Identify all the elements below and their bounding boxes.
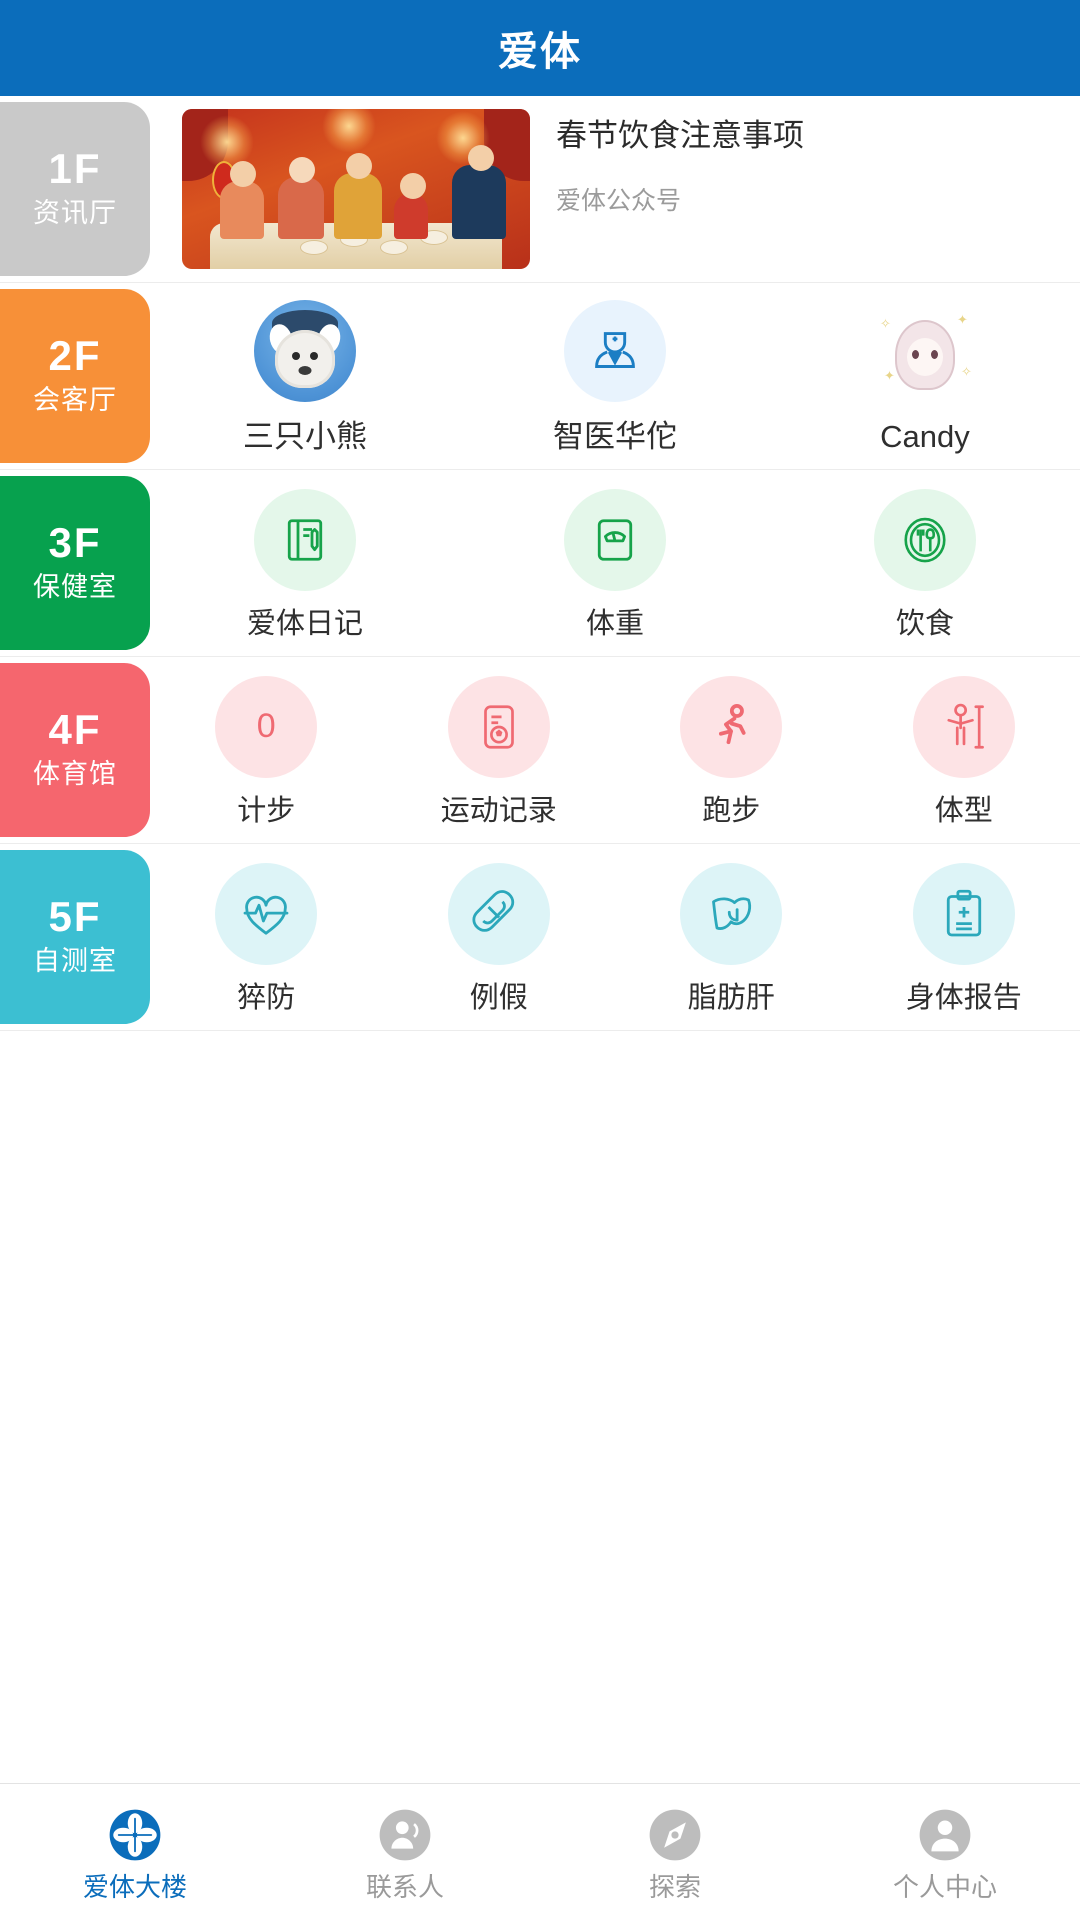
contact-label: 智医华佗 bbox=[552, 419, 677, 455]
building-flower-icon bbox=[104, 1804, 166, 1866]
bottom-navigation: 爱体大楼 联系人 探索 个人中心 bbox=[0, 1783, 1080, 1920]
sport-grid: 0 计步 运动记录 跑步 体型 bbox=[150, 650, 1080, 851]
selftest-item-body-report[interactable]: 身体报告 bbox=[848, 862, 1080, 1016]
floor-tag-4f[interactable]: 4F 体育馆 bbox=[0, 663, 150, 837]
selftest-item-sudden-death-prevention[interactable]: 猝防 bbox=[150, 862, 383, 1016]
floor-name: 体育馆 bbox=[33, 758, 117, 789]
doctor-icon bbox=[563, 300, 666, 403]
contacts-icon bbox=[374, 1804, 436, 1866]
floor-content-3f: 爱体日记 体重 饮食 bbox=[150, 470, 1080, 656]
floor-number: 1F bbox=[48, 145, 102, 193]
tab-label: 探索 bbox=[648, 1872, 701, 1902]
contact-item-candy[interactable]: ✧ ✦ ✧ ✦ Candy bbox=[770, 300, 1080, 455]
health-item-diet[interactable]: 饮食 bbox=[770, 488, 1080, 642]
floor-row-1f: 1F 资讯厅 春节饮食注意事项 爱体公众号 bbox=[0, 96, 1080, 283]
contact-label: Candy bbox=[880, 419, 970, 455]
health-label: 饮食 bbox=[895, 607, 954, 640]
sport-label: 运动记录 bbox=[440, 794, 557, 827]
contact-grid: 三只小熊 智医华佗 ✧ ✦ ✧ ✦ Candy bbox=[150, 274, 1080, 477]
anime-girl-avatar: ✧ ✦ ✧ ✦ bbox=[873, 300, 976, 403]
tab-label: 个人中心 bbox=[892, 1872, 997, 1902]
floor-tag-2f[interactable]: 2F 会客厅 bbox=[0, 289, 150, 463]
floor-number: 5F bbox=[48, 893, 102, 941]
sport-item-running[interactable]: 跑步 bbox=[615, 675, 848, 829]
selftest-label: 例假 bbox=[469, 981, 528, 1014]
health-grid: 爱体日记 体重 饮食 bbox=[150, 463, 1080, 664]
person-icon bbox=[914, 1804, 976, 1866]
sport-label: 计步 bbox=[237, 794, 296, 827]
heart-pulse-icon bbox=[215, 862, 318, 965]
floor-tag-5f[interactable]: 5F 自测室 bbox=[0, 850, 150, 1024]
sport-label: 体型 bbox=[934, 794, 993, 827]
news-title: 春节饮食注意事项 bbox=[556, 118, 804, 153]
weight-scale-icon bbox=[563, 488, 666, 591]
liver-icon bbox=[680, 862, 783, 965]
news-text: 春节饮食注意事项 爱体公众号 bbox=[530, 109, 1080, 217]
app-header: 爱体 bbox=[0, 0, 1080, 96]
floor-name: 保健室 bbox=[33, 571, 117, 602]
health-label: 体重 bbox=[585, 607, 644, 640]
selftest-label: 身体报告 bbox=[905, 981, 1022, 1014]
body-shape-icon bbox=[912, 675, 1015, 778]
dog-avatar bbox=[253, 300, 356, 403]
news-source: 爱体公众号 bbox=[556, 186, 682, 215]
step-count-icon: 0 bbox=[215, 675, 318, 778]
fork-spoon-plate-icon bbox=[873, 488, 976, 591]
page-title: 爱体 bbox=[498, 30, 582, 74]
floor-name: 资讯厅 bbox=[33, 197, 117, 228]
contact-label: 三只小熊 bbox=[242, 419, 367, 455]
health-item-diary[interactable]: 爱体日记 bbox=[150, 488, 460, 642]
floor-row-4f: 4F 体育馆 0 计步 运动记录 跑步 体型 bbox=[0, 657, 1080, 844]
selftest-item-period[interactable]: 例假 bbox=[383, 862, 616, 1016]
news-card[interactable]: 春节饮食注意事项 爱体公众号 bbox=[150, 96, 1080, 291]
selftest-label: 猝防 bbox=[237, 981, 296, 1014]
running-person-icon bbox=[680, 675, 783, 778]
sanitary-pad-icon bbox=[447, 862, 550, 965]
sport-label: 跑步 bbox=[702, 794, 761, 827]
selftest-item-fatty-liver[interactable]: 脂肪肝 bbox=[615, 862, 848, 1016]
step-count-value: 0 bbox=[256, 707, 276, 746]
tab-building[interactable]: 爱体大楼 bbox=[0, 1804, 270, 1900]
floor-tag-1f[interactable]: 1F 资讯厅 bbox=[0, 102, 150, 276]
main-content: 1F 资讯厅 春节饮食注意事项 爱体公众号 2F 会客厅 三只小熊 智医华佗 ✧… bbox=[0, 96, 1080, 1784]
notebook-pen-icon bbox=[253, 488, 356, 591]
floor-content-5f: 猝防 例假 脂肪肝 身体报告 bbox=[150, 844, 1080, 1030]
floor-row-3f: 3F 保健室 爱体日记 体重 饮食 bbox=[0, 470, 1080, 657]
floor-name: 会客厅 bbox=[33, 384, 117, 415]
floor-tag-3f[interactable]: 3F 保健室 bbox=[0, 476, 150, 650]
selftest-label: 脂肪肝 bbox=[687, 981, 775, 1014]
tab-label: 联系人 bbox=[365, 1872, 444, 1902]
floor-number: 2F bbox=[48, 332, 102, 380]
floor-row-5f: 5F 自测室 猝防 例假 脂肪肝 身体报告 bbox=[0, 844, 1080, 1031]
tab-explore[interactable]: 探索 bbox=[540, 1804, 810, 1900]
floor-list: 1F 资讯厅 春节饮食注意事项 爱体公众号 2F 会客厅 三只小熊 智医华佗 ✧… bbox=[0, 96, 1080, 1031]
compass-icon bbox=[644, 1804, 706, 1866]
health-item-weight[interactable]: 体重 bbox=[460, 488, 770, 642]
floor-content-2f: 三只小熊 智医华佗 ✧ ✦ ✧ ✦ Candy bbox=[150, 283, 1080, 469]
floor-content-1f: 春节饮食注意事项 爱体公众号 bbox=[150, 96, 1080, 282]
floor-row-2f: 2F 会客厅 三只小熊 智医华佗 ✧ ✦ ✧ ✦ Candy bbox=[0, 283, 1080, 470]
chinese-new-year-family-dinner-image bbox=[182, 109, 530, 269]
clipboard-plus-icon bbox=[912, 862, 1015, 965]
tab-contacts[interactable]: 联系人 bbox=[270, 1804, 540, 1900]
sport-item-body-shape[interactable]: 体型 bbox=[848, 675, 1080, 829]
health-label: 爱体日记 bbox=[246, 607, 363, 640]
sport-item-steps[interactable]: 0 计步 bbox=[150, 675, 383, 829]
sport-item-record[interactable]: 运动记录 bbox=[383, 675, 616, 829]
tab-label: 爱体大楼 bbox=[82, 1872, 187, 1902]
contact-item-smart-doctor[interactable]: 智医华佗 bbox=[460, 300, 770, 455]
sport-record-icon bbox=[447, 675, 550, 778]
selftest-grid: 猝防 例假 脂肪肝 身体报告 bbox=[150, 837, 1080, 1038]
contact-item-three-bears[interactable]: 三只小熊 bbox=[150, 300, 460, 455]
floor-content-4f: 0 计步 运动记录 跑步 体型 bbox=[150, 657, 1080, 843]
floor-number: 4F bbox=[48, 706, 102, 754]
floor-number: 3F bbox=[48, 519, 102, 567]
floor-name: 自测室 bbox=[33, 945, 117, 976]
tab-profile[interactable]: 个人中心 bbox=[810, 1804, 1080, 1900]
